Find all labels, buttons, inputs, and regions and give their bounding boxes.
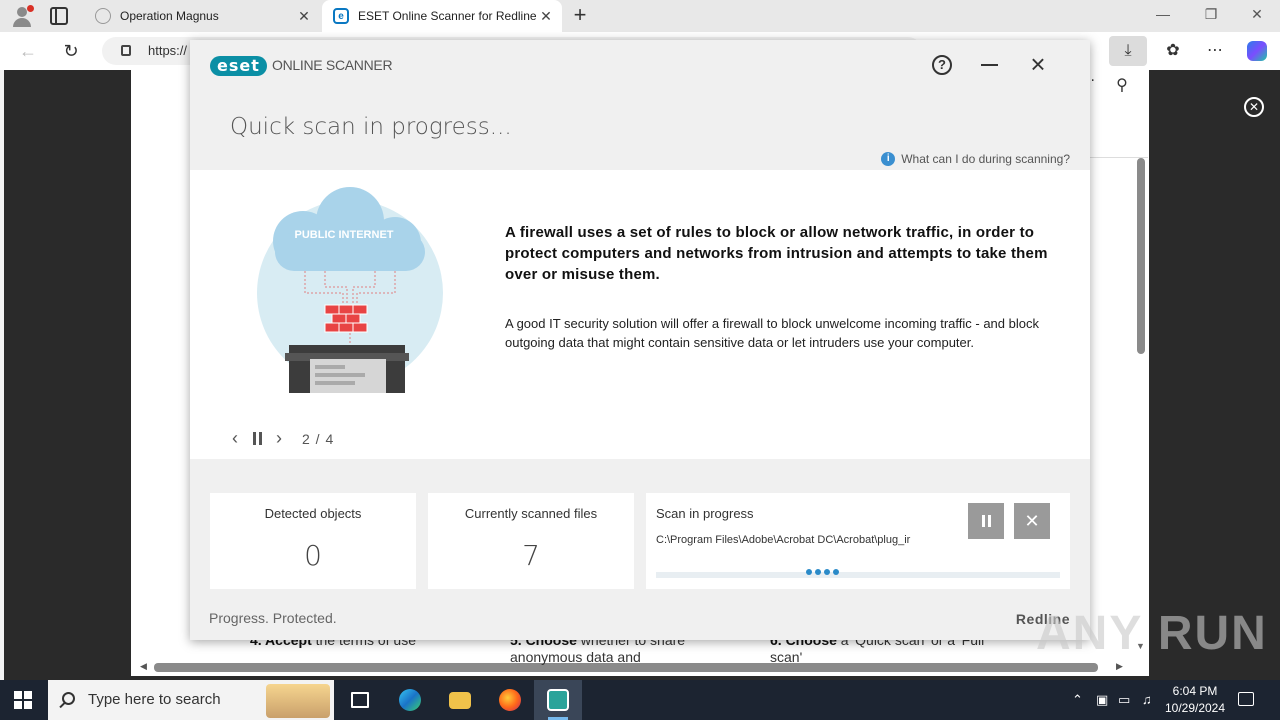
progress-indicator xyxy=(806,569,839,575)
watermark-logo: ANY RUN xyxy=(1036,607,1268,660)
slide-counter: 2 / 4 xyxy=(302,430,335,447)
scroll-right-arrow-icon[interactable]: ▶ xyxy=(1116,661,1123,672)
network-icon[interactable]: ▭ xyxy=(1118,692,1130,708)
product-name: ONLINE SCANNER xyxy=(272,57,393,73)
tab-close-icon[interactable]: ✕ xyxy=(536,8,556,25)
tray-chevron-icon[interactable]: ⌃ xyxy=(1072,692,1083,708)
firewall-illustration: PUBLIC INTERNET xyxy=(257,187,443,393)
tagline: Progress. Protected. xyxy=(209,610,337,626)
scan-progress-card: Scan in progress C:\Program Files\Adobe\… xyxy=(646,493,1070,589)
lock-icon xyxy=(121,45,131,56)
tray-device-icon[interactable]: ▣ xyxy=(1096,692,1108,708)
window-restore-button[interactable]: ❐ xyxy=(1196,6,1226,23)
tab-actions-icon[interactable] xyxy=(50,7,68,25)
dialog-header: eset ONLINE SCANNER ? × Quick scan in pr… xyxy=(190,40,1090,170)
new-tab-button[interactable]: + xyxy=(568,4,592,28)
chevron-left-icon[interactable]: ‹ xyxy=(224,428,246,449)
taskbar-clock[interactable]: 6:04 PM 10/29/2024 xyxy=(1160,683,1230,717)
slide-body: A good IT security solution will offer a… xyxy=(505,316,1039,350)
windows-start-icon[interactable] xyxy=(14,691,32,709)
tab-close-icon[interactable]: ✕ xyxy=(294,8,314,25)
firefox-icon[interactable] xyxy=(486,680,534,720)
stop-scan-button[interactable]: ✕ xyxy=(1014,503,1050,539)
copilot-icon[interactable] xyxy=(1247,41,1267,61)
search-highlight-image xyxy=(266,684,330,718)
tab-label: Operation Magnus xyxy=(120,9,219,23)
search-icon xyxy=(62,692,75,705)
tab-operation-magnus[interactable]: Operation Magnus ✕ xyxy=(84,0,320,32)
progress-track xyxy=(656,572,1060,578)
back-arrow-icon[interactable]: ← xyxy=(17,40,39,62)
pin-icon[interactable]: ⚲ xyxy=(1112,75,1132,95)
profile-icon[interactable] xyxy=(10,5,34,27)
page-loading-icon xyxy=(95,8,111,24)
tab-label: ESET Online Scanner for Redline xyxy=(358,9,536,23)
current-file-path: C:\Program Files\Adobe\Acrobat DC\Acroba… xyxy=(656,534,911,546)
clock-time: 6:04 PM xyxy=(1172,684,1218,698)
scan-status-panel: Detected objects 0 Currently scanned fil… xyxy=(190,459,1090,640)
notification-icon[interactable] xyxy=(1238,692,1254,706)
slide-headline: A firewall uses a set of rules to block … xyxy=(505,224,1048,283)
scanned-files-card: Currently scanned files 7 xyxy=(428,493,634,589)
scanned-files-label: Currently scanned files xyxy=(464,506,598,521)
detected-objects-card: Detected objects 0 xyxy=(210,493,416,589)
more-menu-icon[interactable]: ⋯ xyxy=(1204,40,1226,62)
extensions-icon[interactable]: ✿ xyxy=(1162,40,1184,62)
page-title: Quick scan in progress... xyxy=(230,114,512,140)
vertical-scrollbar[interactable] xyxy=(1137,158,1145,354)
window-minimize-button[interactable]: — xyxy=(1148,6,1178,22)
edge-icon[interactable] xyxy=(386,680,434,720)
illustration-label: PUBLIC INTERNET xyxy=(295,229,394,241)
eset-logo: eset xyxy=(210,56,267,76)
clock-date: 10/29/2024 xyxy=(1164,701,1226,715)
scroll-left-arrow-icon[interactable]: ◀ xyxy=(140,661,147,672)
slide-navigation: ‹ › 2 / 4 xyxy=(224,428,334,449)
detected-objects-value: 0 xyxy=(304,539,322,572)
reload-icon[interactable]: ↻ xyxy=(60,40,82,62)
window-close-button[interactable]: ✕ xyxy=(1242,6,1272,23)
scan-progress-label: Scan in progress xyxy=(656,506,754,521)
address-text: https:// xyxy=(148,43,188,58)
eset-scanner-taskbar-icon[interactable] xyxy=(534,680,582,720)
task-view-icon[interactable] xyxy=(336,680,384,720)
eset-scanner-dialog: eset ONLINE SCANNER ? × Quick scan in pr… xyxy=(190,40,1090,640)
info-icon: i xyxy=(881,152,896,166)
tab-eset-scanner[interactable]: e ESET Online Scanner for Redline ✕ xyxy=(322,0,562,32)
file-explorer-icon[interactable] xyxy=(436,680,484,720)
taskbar: Type here to search ⌃ ▣ ▭ ♫ 6:04 PM 10/2… xyxy=(0,680,1280,720)
search-placeholder: Type here to search xyxy=(88,691,221,708)
overlay-close-icon[interactable]: ✕ xyxy=(1244,97,1264,117)
scanning-help-link[interactable]: i What can I do during scanning? xyxy=(881,152,1070,166)
close-icon[interactable]: × xyxy=(1026,51,1050,77)
detected-objects-label: Detected objects xyxy=(264,506,362,521)
pause-slides-icon[interactable] xyxy=(246,432,268,445)
chevron-right-icon[interactable]: › xyxy=(268,428,290,449)
browser-tab-bar: Operation Magnus ✕ e ESET Online Scanner… xyxy=(0,0,1280,32)
taskbar-search[interactable]: Type here to search xyxy=(48,680,334,720)
downloads-icon[interactable]: ⤓ xyxy=(1109,36,1147,66)
help-icon[interactable]: ? xyxy=(932,55,952,75)
scanned-files-value: 7 xyxy=(522,539,540,572)
pause-scan-button[interactable] xyxy=(968,503,1004,539)
volume-icon[interactable]: ♫ xyxy=(1142,692,1152,707)
minimize-icon[interactable] xyxy=(981,64,998,66)
eset-favicon-icon: e xyxy=(333,8,349,24)
